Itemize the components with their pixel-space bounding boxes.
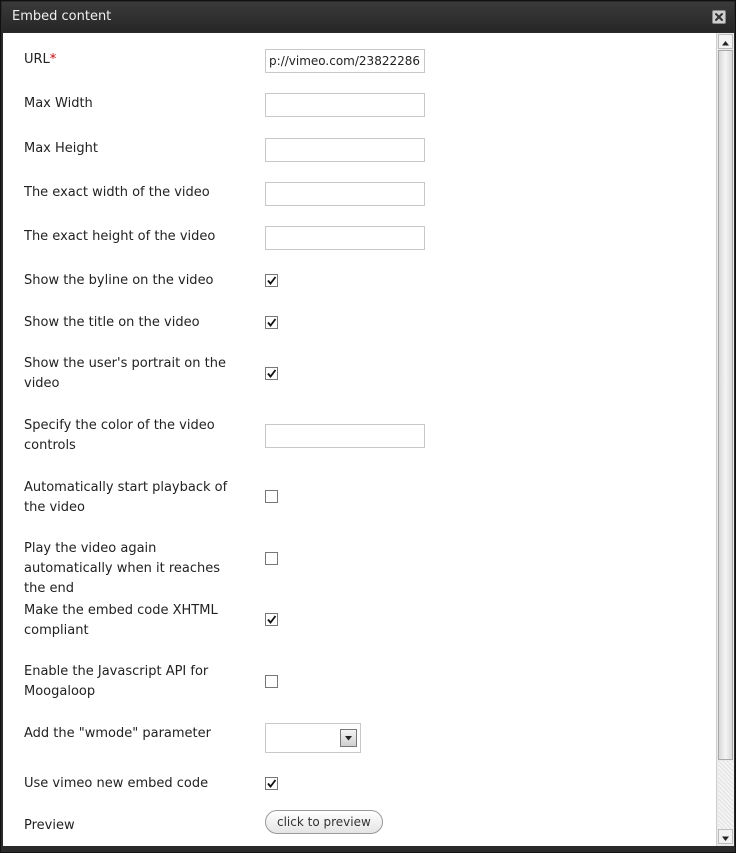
checkmark-icon	[267, 369, 277, 378]
xhtml-label: Make the embed code XHTML compliant	[24, 603, 218, 638]
max-height-label: Max Height	[24, 141, 98, 156]
scrollbar-thumb[interactable]	[718, 50, 733, 760]
js-api-label: Enable the Javascript API for Moogaloop	[24, 664, 209, 699]
checkmark-icon	[267, 779, 277, 788]
preview-label: Preview	[24, 818, 75, 833]
js-api-checkbox[interactable]	[265, 675, 278, 688]
chevron-down-icon	[345, 736, 352, 741]
autoplay-label: Automatically start playback of the vide…	[24, 480, 228, 515]
show-byline-checkbox[interactable]	[265, 274, 278, 287]
url-label: URL*	[24, 52, 57, 67]
max-width-input[interactable]	[265, 93, 425, 117]
exact-height-input[interactable]	[265, 226, 425, 250]
close-button[interactable]	[712, 10, 726, 24]
color-label: Specify the color of the video controls	[24, 418, 215, 453]
xhtml-checkbox[interactable]	[265, 613, 278, 626]
exact-height-label: The exact height of the video	[24, 229, 216, 244]
show-title-checkbox[interactable]	[265, 316, 278, 329]
show-portrait-label: Show the user's portrait on the video	[24, 356, 226, 391]
scrollbar-track[interactable]	[718, 761, 733, 829]
close-icon	[715, 13, 723, 21]
arrow-down-icon	[722, 836, 729, 841]
show-byline-label: Show the byline on the video	[24, 273, 214, 288]
arrow-up-icon	[722, 41, 729, 46]
dropdown-arrow-button[interactable]	[340, 729, 357, 747]
loop-checkbox[interactable]	[265, 552, 278, 565]
dialog-title: Embed content	[12, 9, 112, 24]
exact-width-label: The exact width of the video	[24, 185, 210, 200]
checkmark-icon	[267, 318, 277, 327]
form-content: URL* Max Width Max Height The exact widt…	[3, 33, 716, 846]
embed-content-dialog: Embed content URL* Max Width Max Height …	[0, 0, 736, 853]
vertical-scrollbar[interactable]	[716, 33, 734, 846]
wmode-select[interactable]	[265, 723, 361, 753]
loop-label: Play the video again automatically when …	[24, 541, 221, 596]
wmode-label: Add the "wmode" parameter	[24, 726, 211, 741]
scroll-up-button[interactable]	[718, 34, 733, 49]
autoplay-checkbox[interactable]	[265, 490, 278, 503]
required-mark: *	[49, 52, 57, 67]
preview-button[interactable]: click to preview	[265, 810, 383, 834]
url-input[interactable]	[265, 49, 425, 73]
new-embed-label: Use vimeo new embed code	[24, 776, 209, 791]
show-title-label: Show the title on the video	[24, 315, 200, 330]
max-width-label: Max Width	[24, 96, 93, 111]
dialog-titlebar: Embed content	[2, 2, 734, 32]
new-embed-checkbox[interactable]	[265, 777, 278, 790]
exact-width-input[interactable]	[265, 182, 425, 206]
checkmark-icon	[267, 276, 277, 285]
scroll-down-button[interactable]	[718, 829, 733, 844]
color-input[interactable]	[265, 424, 425, 448]
max-height-input[interactable]	[265, 138, 425, 162]
show-portrait-checkbox[interactable]	[265, 367, 278, 380]
checkmark-icon	[267, 615, 277, 624]
